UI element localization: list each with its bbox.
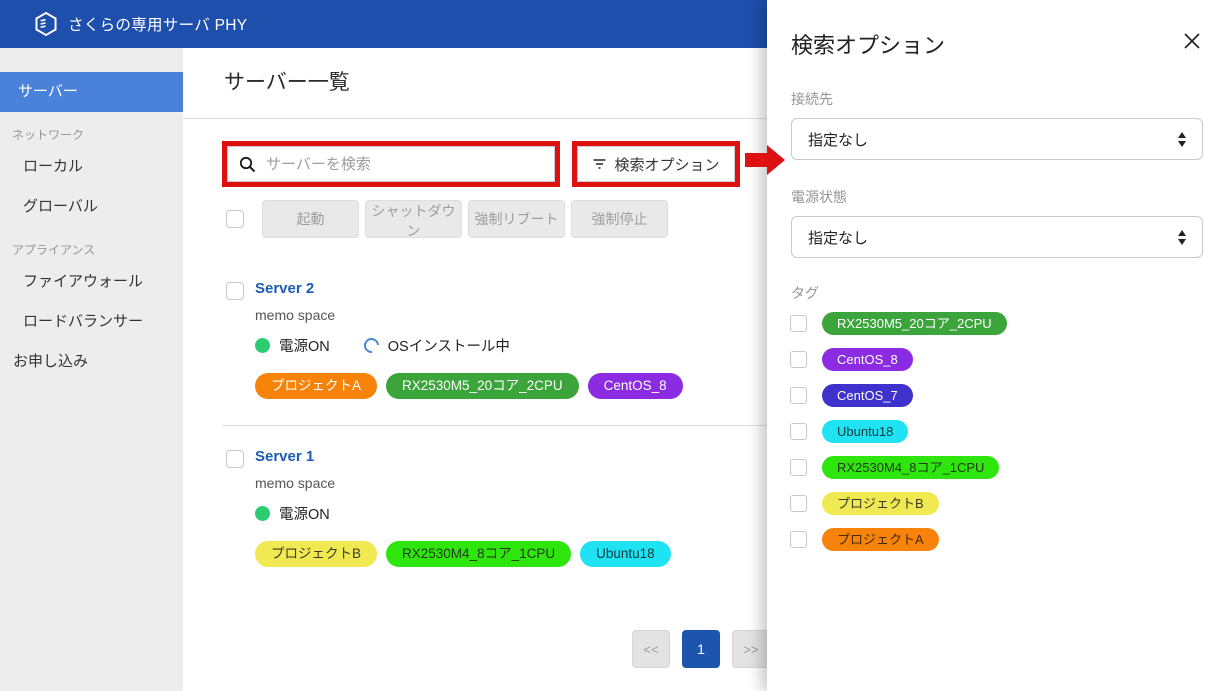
sidebar-section-appliance-section: アプライアンス (12, 243, 96, 257)
tag-filter-checkbox[interactable] (790, 387, 807, 404)
tag-filter-pill: Ubuntu18 (822, 420, 909, 443)
power-status: 電源ON (255, 335, 330, 356)
server-name-link[interactable]: Server 1 (255, 448, 314, 465)
brand-title: さくらの専用サーバ PHY (68, 17, 248, 34)
filter-icon (593, 159, 606, 169)
sidebar-section-network-section: ネットワーク (12, 128, 85, 142)
search-options-panel: 検索オプション 接続先 指定なし 電源状態 指定なし タグ RX2530M5_2… (767, 0, 1227, 691)
tag-filter-row: Ubuntu18 (790, 420, 1007, 443)
power-status: 電源ON (255, 503, 330, 524)
power-on-dot-icon (255, 338, 270, 353)
shutdown-button[interactable]: シャットダウン (365, 200, 462, 239)
sidebar: サーバーネットワークローカル グローバルアプライアンスファイアウォール ロードバラン… (0, 48, 183, 691)
tag-filter-pill: CentOS_7 (822, 384, 913, 407)
tags-label: タグ (791, 285, 819, 301)
select-arrows-icon (1178, 229, 1186, 245)
tag-filter-pill: RX2530M5_20コア_2CPU (822, 312, 1007, 335)
tag-filter-pill: プロジェクトB (822, 492, 939, 515)
tag-filter-checkbox[interactable] (790, 531, 807, 548)
tag-filter-pill: CentOS_8 (822, 348, 913, 371)
server-tag: プロジェクトA (255, 373, 378, 399)
server-tag: RX2530M5_20コア_2CPU (386, 373, 579, 399)
start-button[interactable]: 起動 (262, 200, 359, 238)
page-title: サーバー一覧 (224, 71, 350, 94)
search-annotation-box (222, 141, 560, 187)
server-checkbox[interactable] (226, 282, 244, 300)
sidebar-item-application[interactable]: お申し込み (0, 342, 183, 382)
search-icon (239, 156, 256, 172)
search-input[interactable] (256, 147, 554, 181)
tag-filter-row: CentOS_7 (790, 384, 1007, 407)
tag-filter-checkbox[interactable] (790, 459, 807, 476)
power-state-label: 電源状態 (791, 189, 847, 205)
tag-filter-checkbox[interactable] (790, 423, 807, 440)
pagination-prev-button[interactable]: << (632, 630, 670, 668)
server-tag: Ubuntu18 (580, 541, 671, 567)
tag-filter-row: プロジェクトA (790, 528, 1007, 551)
pagination: << 1 >> (632, 630, 770, 668)
select-arrows-icon (1178, 131, 1186, 147)
pagination-current-page[interactable]: 1 (682, 630, 720, 668)
tag-filter-row: プロジェクトB (790, 492, 1007, 515)
tag-filter-row: CentOS_8 (790, 348, 1007, 371)
os-install-status: OSインストール中 (360, 334, 510, 357)
server-checkbox[interactable] (226, 450, 244, 468)
annotation-arrow-icon (745, 145, 785, 175)
panel-title: 検索オプション (791, 33, 946, 58)
tag-filter-checkbox[interactable] (790, 351, 807, 368)
spinner-icon (360, 334, 382, 357)
sidebar-item-local[interactable]: ローカル (0, 147, 183, 187)
power-state-select-value: 指定なし (808, 229, 869, 247)
tag-filter-pill: RX2530M4_8コア_1CPU (822, 456, 1000, 479)
os-install-label: OSインストール中 (387, 339, 510, 355)
power-status-label: 電源ON (279, 507, 330, 523)
server-name-link[interactable]: Server 2 (255, 280, 314, 297)
force-reboot-button[interactable]: 強制リブート (468, 200, 565, 238)
tag-filter-list: RX2530M5_20コア_2CPU CentOS_8 CentOS_7 Ubuntu… (790, 312, 1007, 564)
connection-label: 接続先 (791, 91, 833, 107)
sidebar-item-firewall[interactable]: ファイアウォール (0, 262, 183, 302)
close-icon[interactable] (1179, 28, 1205, 54)
sakura-logo-icon (35, 11, 57, 37)
power-state-select[interactable]: 指定なし (791, 216, 1203, 258)
tag-filter-pill: プロジェクトA (822, 528, 939, 551)
force-stop-button[interactable]: 強制停止 (571, 200, 668, 238)
connection-select[interactable]: 指定なし (791, 118, 1203, 160)
sidebar-item-global[interactable]: グローバル (0, 187, 183, 227)
select-all-checkbox[interactable] (226, 210, 244, 228)
search-options-button[interactable]: 検索オプション (577, 146, 735, 182)
tag-filter-checkbox[interactable] (790, 495, 807, 512)
server-tag: プロジェクトB (255, 541, 378, 567)
search-options-annotation-box: 検索オプション (572, 141, 740, 187)
tag-filter-checkbox[interactable] (790, 315, 807, 332)
pagination-next-button[interactable]: >> (732, 630, 770, 668)
bulk-actions-row: 起動 シャットダウン 強制リブート 強制停止 (226, 200, 668, 239)
sidebar-item-load-balancer[interactable]: ロードバランサー (0, 302, 183, 342)
tag-filter-row: RX2530M4_8コア_1CPU (790, 456, 1007, 479)
server-tag: RX2530M4_8コア_1CPU (386, 541, 572, 567)
power-on-dot-icon (255, 506, 270, 521)
tag-filter-row: RX2530M5_20コア_2CPU (790, 312, 1007, 335)
server-tag: CentOS_8 (587, 373, 683, 399)
power-status-label: 電源ON (279, 339, 330, 355)
connection-select-value: 指定なし (808, 131, 869, 149)
sidebar-item-server[interactable]: サーバー (0, 72, 183, 112)
search-options-button-label: 検索オプション (614, 156, 720, 174)
